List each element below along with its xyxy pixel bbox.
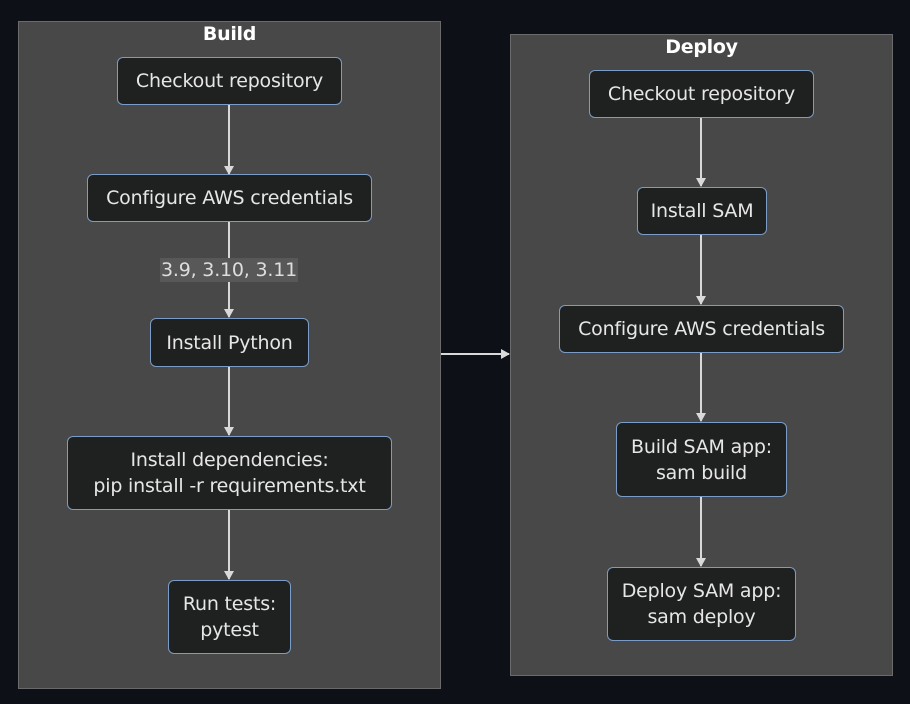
node-deploy-checkout-repository[interactable]: Checkout repository	[589, 70, 814, 118]
edge-label-python-versions: 3.9, 3.10, 3.11	[160, 258, 298, 282]
node-label-line-2: sam build	[655, 461, 747, 484]
node-label-line-1: Build SAM app:	[631, 435, 772, 458]
node-deploy-configure-aws-credentials[interactable]: Configure AWS credentials	[559, 305, 844, 353]
node-build-checkout-repository[interactable]: Checkout repository	[117, 57, 342, 105]
node-label-line-1: Install dependencies:	[130, 449, 329, 471]
node-label: Checkout repository	[607, 83, 796, 105]
node-build-install-dependencies[interactable]: Install dependencies: pip install -r req…	[67, 436, 392, 510]
node-label: Configure AWS credentials	[578, 318, 825, 340]
node-label-line-2: pytest	[200, 619, 259, 641]
node-build-configure-aws-credentials[interactable]: Configure AWS credentials	[87, 174, 372, 222]
node-label: Checkout repository	[135, 70, 324, 92]
node-build-run-tests[interactable]: Run tests: pytest	[168, 580, 291, 654]
node-label: Install Python	[166, 331, 293, 354]
node-label-line-1: Run tests:	[182, 593, 277, 615]
node-label-line-2: sam deploy	[647, 606, 756, 628]
node-deploy-deploy-sam-app[interactable]: Deploy SAM app: sam deploy	[607, 567, 796, 641]
build-cluster-title: Build	[202, 23, 257, 45]
node-deploy-install-sam[interactable]: Install SAM	[637, 187, 767, 235]
node-label-line-1: Deploy SAM app:	[621, 580, 782, 602]
node-build-install-python[interactable]: Install Python	[150, 318, 309, 367]
node-label: Install SAM	[650, 200, 754, 222]
node-label-line-2: pip install -r requirements.txt	[93, 475, 366, 497]
deploy-cluster-title: Deploy	[665, 36, 738, 58]
node-deploy-build-sam-app[interactable]: Build SAM app: sam build	[616, 422, 787, 497]
node-label: Configure AWS credentials	[106, 187, 353, 209]
